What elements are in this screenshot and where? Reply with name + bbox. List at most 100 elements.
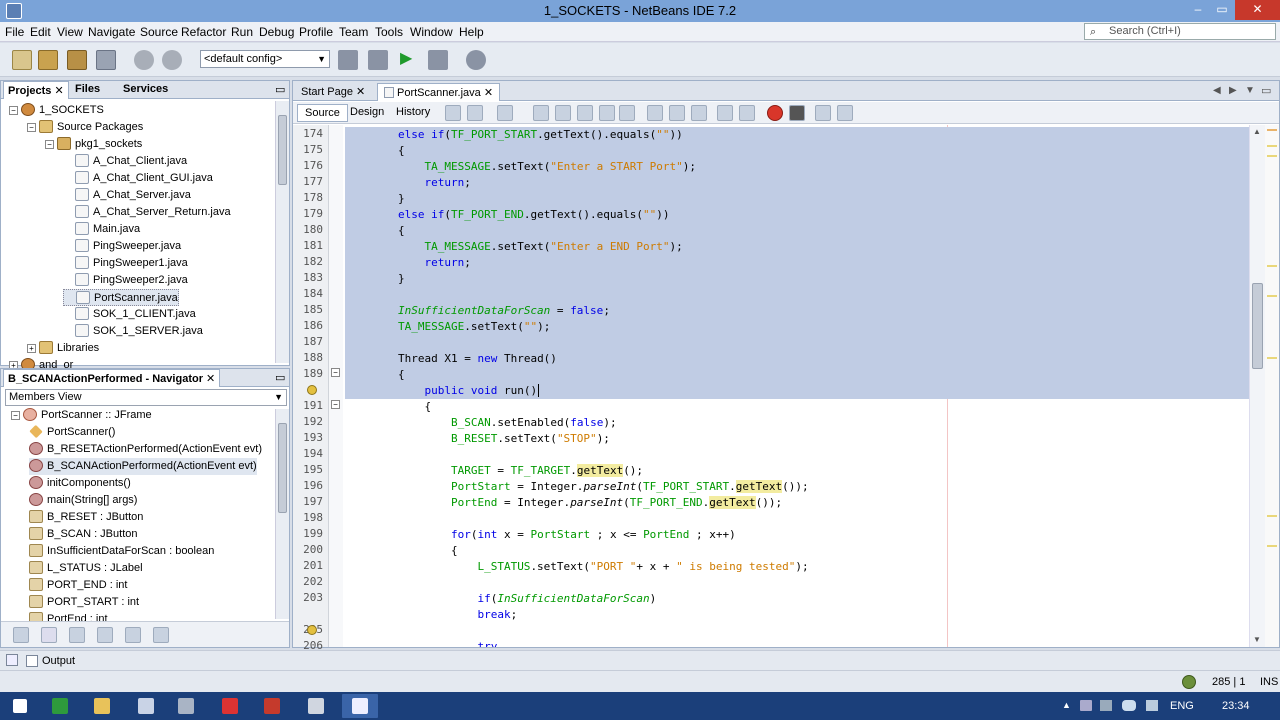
collapse-icon[interactable]: − — [11, 411, 20, 420]
tray-flag-icon[interactable]: ▲ — [1062, 700, 1071, 710]
editor-scroll-thumb[interactable] — [1252, 283, 1263, 369]
save-all-icon[interactable] — [96, 50, 116, 70]
menu-file[interactable]: File — [5, 25, 24, 39]
debug-icon[interactable] — [428, 50, 448, 70]
close-icon[interactable]: ✕ — [54, 85, 63, 97]
project-tree-item[interactable]: − Source Packages — [27, 119, 143, 136]
notifications-icon[interactable] — [1182, 675, 1196, 689]
filter-inherited-icon[interactable] — [125, 627, 141, 643]
member-item[interactable]: B_SCAN : JButton — [29, 526, 138, 543]
find-next-icon[interactable] — [577, 105, 593, 121]
code-line[interactable]: TA_MESSAGE.setText("Enter a START Port")… — [345, 159, 1249, 175]
tab-navigator[interactable]: B_SCANActionPerformed - Navigator ✕ — [3, 369, 221, 387]
source-view-button[interactable]: Source — [297, 104, 348, 122]
menu-window[interactable]: Window — [410, 25, 453, 39]
stripe-mark[interactable] — [1267, 357, 1277, 359]
member-item[interactable]: main(String[] args) — [29, 492, 137, 509]
collapse-icon[interactable]: − — [27, 123, 36, 132]
close-button[interactable]: ✕ — [1235, 0, 1280, 20]
code-line[interactable]: PortStart = Integer.parseInt(TF_PORT_STA… — [345, 479, 1249, 495]
code-line[interactable]: PortEnd = Integer.parseInt(TF_PORT_END.g… — [345, 495, 1249, 511]
stripe-mark[interactable] — [1267, 295, 1277, 297]
tray-language[interactable]: ENG — [1170, 700, 1194, 712]
code-line[interactable] — [345, 335, 1249, 351]
code-line[interactable]: break; — [345, 607, 1249, 623]
code-line[interactable]: InSufficientDataForScan = false; — [345, 303, 1249, 319]
project-tree-item[interactable]: A_Chat_Server_Return.java — [63, 204, 231, 221]
tab-services[interactable]: Services — [119, 81, 172, 99]
run-icon[interactable]: ▶ — [400, 50, 420, 70]
menu-navigate[interactable]: Navigate — [88, 25, 135, 39]
code-line[interactable]: public void run() — [345, 383, 1249, 399]
clean-build-icon[interactable] — [368, 50, 388, 70]
code-line[interactable]: } — [345, 191, 1249, 207]
stripe-mark[interactable] — [1267, 155, 1277, 157]
menu-run[interactable]: Run — [231, 25, 253, 39]
code-line[interactable]: { — [345, 143, 1249, 159]
code-line[interactable] — [345, 287, 1249, 303]
project-tree-item[interactable]: A_Chat_Client_GUI.java — [63, 170, 213, 187]
menu-help[interactable]: Help — [459, 25, 484, 39]
history-view-button[interactable]: History — [389, 104, 437, 122]
stripe-mark[interactable] — [1267, 145, 1277, 147]
project-tree-item[interactable]: A_Chat_Client.java — [63, 153, 187, 170]
code-editor[interactable]: else if(TF_PORT_START.getText().equals("… — [345, 125, 1249, 647]
tray-volume-icon[interactable] — [1146, 700, 1158, 711]
toggle-rect-select-icon[interactable] — [619, 105, 635, 121]
filter-icon[interactable] — [13, 627, 29, 643]
menu-view[interactable]: View — [57, 25, 83, 39]
sort-icon[interactable] — [153, 627, 169, 643]
minimize-panel-icon[interactable]: ▭ — [271, 81, 289, 99]
hint-bulb-icon[interactable] — [307, 385, 317, 395]
uncomment-icon[interactable] — [837, 105, 853, 121]
menu-profile[interactable]: Profile — [299, 25, 333, 39]
member-item[interactable]: B_SCANActionPerformed(ActionEvent evt) — [29, 458, 257, 475]
member-item[interactable]: B_RESETActionPerformed(ActionEvent evt) — [29, 441, 262, 458]
stripe-mark[interactable] — [1267, 129, 1277, 131]
expand-icon[interactable]: + — [27, 344, 36, 353]
tab-portscanner-java[interactable]: PortScanner.java ✕ — [377, 83, 501, 101]
tray-cloud-icon[interactable] — [1122, 700, 1136, 711]
code-line[interactable]: { — [345, 399, 1249, 415]
members-view-select[interactable]: Members View ▼ — [5, 389, 287, 406]
code-line[interactable]: { — [345, 543, 1249, 559]
project-tree-item[interactable]: PingSweeper.java — [63, 238, 181, 255]
close-icon[interactable]: ✕ — [206, 373, 215, 385]
navigator-scroll-thumb[interactable] — [278, 423, 287, 513]
code-line[interactable]: try — [345, 639, 1249, 647]
project-tree-item[interactable]: Main.java — [63, 221, 140, 238]
tray-battery-icon[interactable] — [1100, 700, 1112, 711]
tab-start-page[interactable]: Start Page ✕ — [295, 83, 371, 101]
maximize-button[interactable]: ▭ — [1208, 0, 1236, 20]
collapse-icon[interactable]: − — [9, 106, 18, 115]
next-bookmark-icon[interactable] — [669, 105, 685, 121]
taskbar-app-5[interactable] — [212, 694, 248, 718]
code-line[interactable] — [345, 575, 1249, 591]
projects-scrollbar[interactable] — [275, 101, 289, 363]
code-line[interactable]: { — [345, 223, 1249, 239]
member-item[interactable]: InSufficientDataForScan : boolean — [29, 543, 214, 560]
toggle-bookmark-icon[interactable] — [691, 105, 707, 121]
redo-icon[interactable] — [162, 50, 182, 70]
find-icon[interactable] — [533, 105, 549, 121]
member-item[interactable]: L_STATUS : JLabel — [29, 560, 143, 577]
taskbar-app-1[interactable] — [42, 694, 78, 718]
code-line[interactable]: return; — [345, 175, 1249, 191]
project-tree-item[interactable]: A_Chat_Server.java — [63, 187, 191, 204]
stripe-mark[interactable] — [1267, 265, 1277, 267]
start-button[interactable] — [2, 694, 38, 718]
close-icon[interactable]: ✕ — [356, 86, 365, 98]
member-item[interactable]: PortScanner() — [29, 424, 115, 441]
code-line[interactable]: L_STATUS.setText("PORT "+ x + " is being… — [345, 559, 1249, 575]
taskbar-app-7[interactable] — [298, 694, 334, 718]
code-line[interactable]: if(InSufficientDataForScan) — [345, 591, 1249, 607]
code-line[interactable] — [345, 447, 1249, 463]
member-item[interactable]: B_RESET : JButton — [29, 509, 143, 526]
shift-left-icon[interactable] — [717, 105, 733, 121]
tab-scroll-right-icon[interactable]: ▶ — [1229, 85, 1237, 96]
tab-files[interactable]: Files — [71, 81, 104, 99]
filter-static-icon[interactable] — [69, 627, 85, 643]
open-project-icon[interactable] — [67, 50, 87, 70]
search-input[interactable]: ⌕ Search (Ctrl+I) — [1084, 23, 1276, 40]
member-item[interactable]: − PortScanner :: JFrame — [11, 407, 152, 424]
